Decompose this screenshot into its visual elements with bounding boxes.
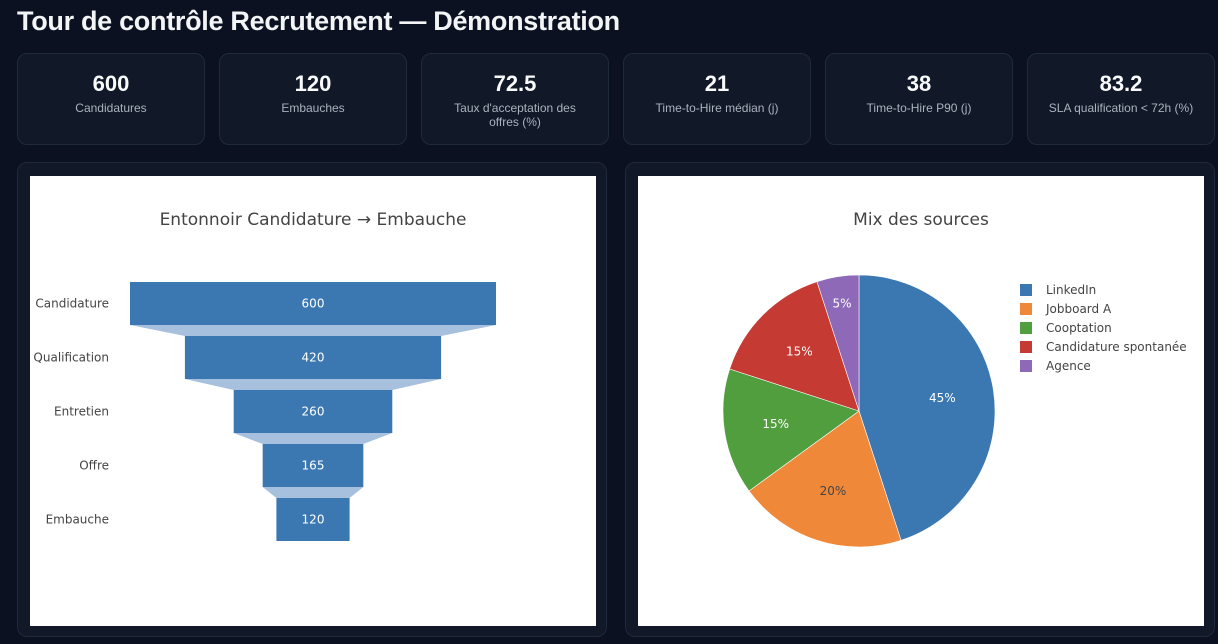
kpi-value: 83.2 [1099,71,1143,96]
legend-item-label: Jobboard A [1045,302,1112,316]
funnel-plot-area: Entonnoir Candidature → Embauche 600 Cand… [30,176,596,626]
funnel-chart: Entonnoir Candidature → Embauche 600 Cand… [33,210,496,541]
kpi-card-time-to-hire-p90: 38 Time-to-Hire P90 (j) [825,53,1013,145]
funnel-chart-title: Entonnoir Candidature → Embauche [160,210,467,230]
kpi-card-time-to-hire-median: 21 Time-to-Hire médian (j) [623,53,811,145]
funnel-value-label: 165 [302,459,325,473]
pie-chart: Mix des sources 45% 20% 15% 15% 5% LinkedIn J… [722,210,1187,548]
funnel-category-label: Entretien [54,405,109,419]
kpi-value: 38 [906,71,932,96]
legend-item-label: Agence [1046,359,1091,373]
pie-slice-label: 15% [762,417,789,431]
legend-swatch [1020,303,1032,315]
pie-slice-label: 5% [832,297,851,311]
funnel-category-label: Candidature [35,297,109,311]
legend-swatch [1020,322,1032,334]
funnel-category-label: Offre [79,459,109,473]
kpi-value: 600 [92,71,130,96]
kpi-label: Candidatures [75,101,147,115]
funnel-connector [130,325,496,336]
kpi-value: 72.5 [493,71,537,96]
kpi-label: Time-to-Hire médian (j) [655,101,779,115]
source-mix-panel: Mix des sources 45% 20% 15% 15% 5% LinkedIn J… [625,162,1215,637]
legend-item-label: LinkedIn [1046,283,1096,297]
funnel-connector [262,487,364,498]
kpi-card-embauches: 120 Embauches [219,53,407,145]
kpi-card-offer-acceptance: 72.5 Taux d'acceptation des offres (%) [421,53,609,145]
funnel-value-label: 260 [302,405,325,419]
kpi-label: Time-to-Hire P90 (j) [866,101,972,115]
funnel-category-label: Embauche [46,513,109,527]
legend-item-label: Cooptation [1046,321,1112,335]
kpi-value: 21 [704,71,730,96]
pie-slice-label: 45% [929,391,956,405]
page-title: Tour de contrôle Recrutement — Démonstra… [17,6,620,36]
legend-item-label: Candidature spontanée [1046,340,1187,354]
kpi-card-sla-qualification: 83.2 SLA qualification < 72h (%) [1027,53,1215,145]
funnel-category-label: Qualification [33,351,109,365]
legend-swatch [1020,360,1032,372]
funnel-connector [184,379,442,390]
pie-slice-label: 20% [820,484,847,498]
funnel-connector [233,433,393,444]
kpi-label: SLA qualification < 72h (%) [1048,101,1194,115]
legend-swatch [1020,341,1032,353]
funnel-value-label: 120 [302,513,325,527]
funnel-panel: Entonnoir Candidature → Embauche 600 Cand… [17,162,607,637]
funnel-value-label: 420 [302,351,325,365]
kpi-label: Embauches [281,101,345,115]
pie-chart-title: Mix des sources [853,210,989,230]
kpi-label: Taux d'acceptation des offres (%) [454,101,576,129]
funnel-value-label: 600 [302,297,325,311]
pie-slice-label: 15% [786,344,813,358]
pie-legend: LinkedIn Jobboard A Cooptation Candidature … [1020,283,1187,373]
pie-plot-area: Mix des sources 45% 20% 15% 15% 5% LinkedIn J… [638,176,1204,626]
kpi-value: 120 [294,71,332,96]
kpi-card-candidatures: 600 Candidatures [17,53,205,145]
legend-swatch [1020,284,1032,296]
